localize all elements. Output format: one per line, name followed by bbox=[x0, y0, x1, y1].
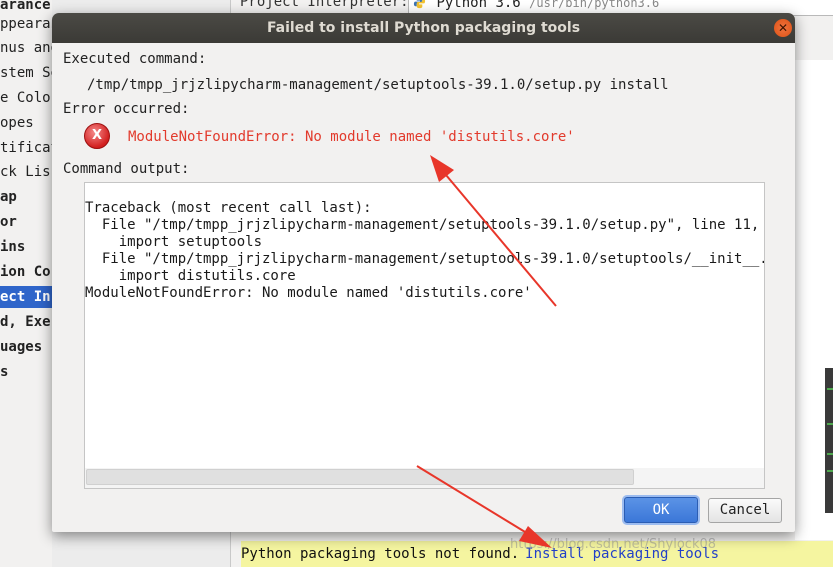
sidebar-item[interactable]: ppearance bbox=[0, 13, 52, 35]
error-icon: X bbox=[84, 123, 110, 149]
sidebar-item[interactable]: nus and bbox=[0, 37, 52, 59]
sidebar-item[interactable]: e Colo bbox=[0, 87, 52, 109]
sidebar-item[interactable]: ck Lis bbox=[0, 161, 52, 183]
interpreter-label: Project Interpreter: bbox=[240, 0, 409, 10]
error-occurred-label: Error occurred: bbox=[63, 101, 190, 117]
settings-sidebar: arance & Behaviorppearancenus andstem Se… bbox=[0, 0, 52, 567]
executed-command-label: Executed command: bbox=[63, 51, 207, 67]
interpreter-name: Python 3.6 bbox=[436, 0, 521, 11]
command-output-label: Command output: bbox=[63, 161, 190, 177]
sidebar-item[interactable]: tificat bbox=[0, 137, 52, 159]
sidebar-item[interactable]: d, Exe bbox=[0, 311, 52, 333]
sidebar-item[interactable]: ion Co bbox=[0, 261, 52, 283]
cancel-button[interactable]: Cancel bbox=[708, 498, 782, 523]
watermark: https://blog.csdn.net/Shylock08 bbox=[510, 537, 717, 552]
command-output-area[interactable]: Traceback (most recent call last): File … bbox=[84, 182, 765, 489]
packages-scrollbar[interactable] bbox=[825, 368, 833, 513]
output-line: File "/tmp/tmpp_jrjzlipycharm-management… bbox=[85, 217, 765, 233]
output-line: ModuleNotFoundError: No module named 'di… bbox=[85, 285, 532, 301]
horizontal-scrollbar-thumb[interactable] bbox=[86, 469, 634, 485]
ok-button[interactable]: OK bbox=[624, 497, 698, 523]
sidebar-item[interactable]: ins bbox=[0, 236, 52, 258]
dialog-titlebar: Failed to install Python packaging tools bbox=[52, 13, 795, 43]
output-line: import distutils.core bbox=[85, 268, 296, 284]
sidebar-item[interactable]: or bbox=[0, 211, 52, 233]
dialog-title: Failed to install Python packaging tools bbox=[266, 20, 581, 36]
error-dialog: Failed to install Python packaging tools… bbox=[52, 13, 795, 532]
output-line: Traceback (most recent call last): bbox=[85, 200, 372, 216]
sidebar-item[interactable]: s bbox=[0, 361, 52, 383]
output-line: File "/tmp/tmpp_jrjzlipycharm-management… bbox=[85, 251, 765, 267]
sidebar-item[interactable]: uages bbox=[0, 336, 52, 358]
sidebar-item[interactable]: ect In bbox=[0, 286, 52, 308]
error-message: ModuleNotFoundError: No module named 'di… bbox=[128, 129, 575, 145]
python-logo-icon bbox=[413, 0, 426, 9]
command-output-text: Traceback (most recent call last): File … bbox=[85, 200, 765, 302]
status-message: Python packaging tools not found. bbox=[241, 546, 520, 562]
sidebar-item[interactable]: stem Se bbox=[0, 62, 52, 84]
output-line: import setuptools bbox=[85, 234, 263, 250]
sidebar-item[interactable]: opes bbox=[0, 112, 52, 134]
close-icon[interactable]: ✕ bbox=[774, 19, 792, 37]
executed-command: /tmp/tmpp_jrjzlipycharm-management/setup… bbox=[87, 77, 669, 93]
interpreter-path: /usr/bin/python3.6 bbox=[529, 0, 660, 10]
sidebar-item[interactable]: ap bbox=[0, 186, 52, 208]
